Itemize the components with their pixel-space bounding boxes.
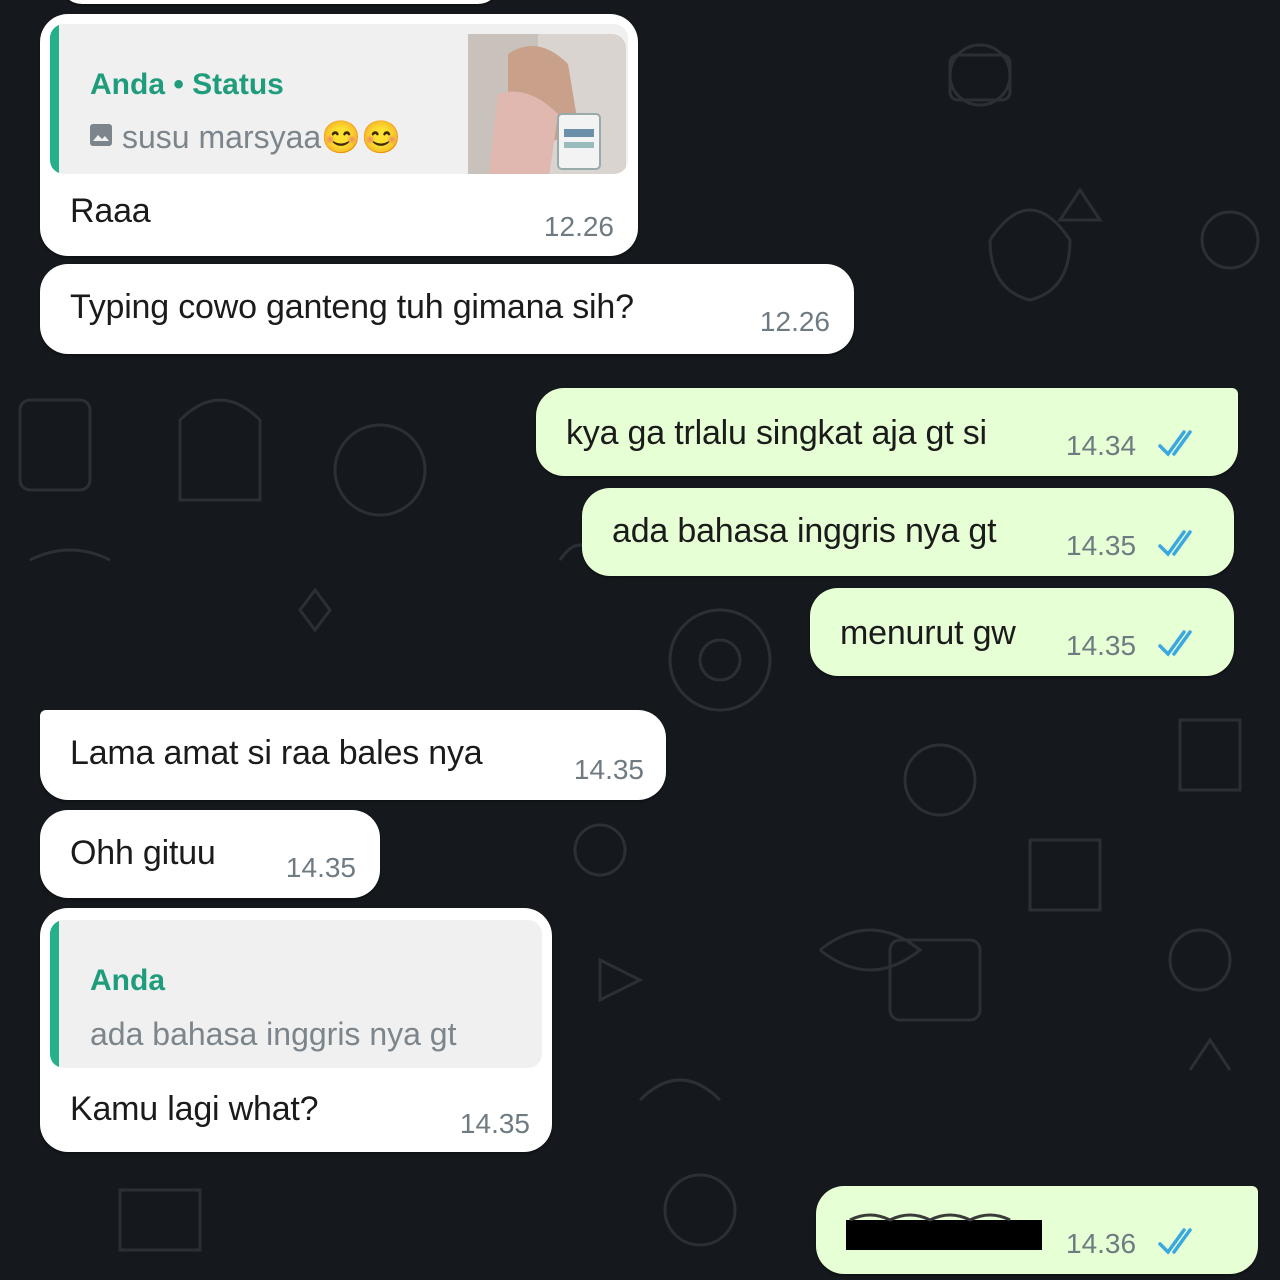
- read-receipt-icon: [1158, 530, 1192, 557]
- read-receipt-icon: [1158, 1228, 1192, 1255]
- message-time: 14.35: [1066, 630, 1137, 661]
- message-time: 12.26: [759, 306, 830, 337]
- quote-text: ada bahasa inggris nya gt: [90, 1016, 457, 1052]
- message-time: 14.35: [573, 754, 644, 785]
- outgoing-message-bubble[interactable]: kya ga trlalu singkat aja gt si 14.34: [536, 388, 1238, 476]
- message-time: 14.35: [1066, 530, 1137, 561]
- quote-text: susu marsyaa😊😊: [122, 119, 401, 155]
- incoming-message-bubble[interactable]: Lama amat si raa bales nya 14.35: [40, 710, 666, 800]
- incoming-message-bubble[interactable]: Typing cowo ganteng tuh gimana sih? 12.2…: [40, 264, 854, 354]
- message-text: Typing cowo ganteng tuh gimana sih?: [70, 288, 634, 326]
- message-text: menurut gw: [840, 614, 1016, 652]
- image-icon: [90, 124, 112, 146]
- outgoing-message-bubble[interactable]: 14.36: [816, 1186, 1258, 1274]
- incoming-message-bubble[interactable]: Ohh gituu 14.35: [40, 810, 380, 898]
- quote-author: Anda • Status: [90, 68, 284, 101]
- message-text: Ohh gituu: [70, 834, 216, 872]
- message-time: 14.35: [459, 1108, 530, 1139]
- quote-accent-bar: [50, 24, 59, 174]
- read-receipt-icon: [1158, 430, 1192, 457]
- message-text: Lama amat si raa bales nya: [70, 734, 483, 772]
- message-text: Kamu lagi what?: [70, 1090, 319, 1128]
- message-time: 14.36: [1066, 1228, 1137, 1259]
- incoming-message-bubble-partial: [60, 0, 500, 4]
- message-text: ada bahasa inggris nya gt: [612, 512, 997, 550]
- quote-accent-bar: [50, 920, 59, 1068]
- quoted-message[interactable]: Anda ada bahasa inggris nya gt: [50, 920, 542, 1068]
- outgoing-message-bubble[interactable]: menurut gw 14.35: [810, 588, 1234, 676]
- message-time: 12.26: [543, 211, 614, 242]
- quoted-status[interactable]: Anda • Status susu marsyaa😊😊: [50, 24, 628, 174]
- message-time: 14.35: [285, 852, 356, 883]
- message-text: kya ga trlalu singkat aja gt si: [566, 414, 987, 452]
- outgoing-message-bubble[interactable]: ada bahasa inggris nya gt 14.35: [582, 488, 1234, 576]
- quote-author: Anda: [90, 964, 165, 997]
- status-thumbnail: [468, 34, 626, 174]
- incoming-message-bubble[interactable]: Anda • Status susu marsyaa😊😊 Raaa 12.26: [40, 14, 638, 256]
- read-receipt-icon: [1158, 630, 1192, 657]
- message-time: 14.34: [1066, 430, 1137, 461]
- redaction-bar: [846, 1213, 1042, 1250]
- message-text: Raaa: [70, 192, 151, 230]
- incoming-message-bubble[interactable]: Anda ada bahasa inggris nya gt Kamu lagi…: [40, 908, 552, 1152]
